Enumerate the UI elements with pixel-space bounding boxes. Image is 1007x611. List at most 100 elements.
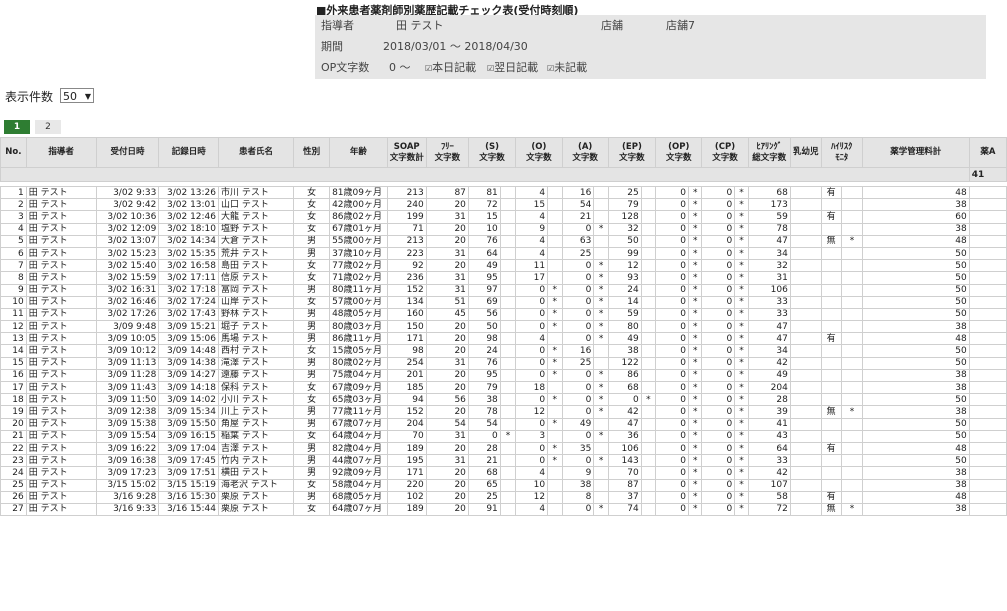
table-cell: 有 <box>820 441 843 456</box>
table-cell: * <box>547 368 563 383</box>
table-cell: 0 <box>655 185 689 200</box>
table-row[interactable]: 1田 テスト 3/02 9:33 3/02 13:26 市川 テスト女 81歳09ヶ月 2… <box>0 185 1007 200</box>
table-cell: 田 テスト <box>25 222 97 236</box>
table-cell: * <box>547 441 563 456</box>
table-cell: 0 <box>515 295 549 309</box>
table-row[interactable]: 19 田 テスト 3/09 12:38 3/09 15:34 川上 テスト男 77歳11ヶ… <box>0 405 1007 419</box>
table-row[interactable]: 20 田 テスト 3/09 15:38 3/09 15:50 角屋 テスト男 67歳07ヶ… <box>0 417 1007 431</box>
table-row[interactable]: 16 田 テスト 3/09 11:28 3/09 14:27 遠藤 テスト男 75歳04ヶ… <box>0 368 1007 383</box>
table-cell: * <box>734 393 749 407</box>
table-row[interactable]: 8田 テスト 3/02 15:59 3/02 17:11 信原 テスト女 71歳02ヶ月… <box>0 271 1007 285</box>
table-cell: 38 <box>861 502 970 517</box>
table-cell: 3/15 15:02 <box>95 478 160 492</box>
table-cell: 女 <box>293 295 331 309</box>
table-cell: 3/09 17:51 <box>158 466 220 480</box>
table-row[interactable]: 25 田 テスト 3/15 15:02 3/15 15:19 海老沢 テスト女 58歳04… <box>0 478 1007 492</box>
table-cell: 有 <box>820 210 843 224</box>
table-cell: 0 <box>655 429 689 443</box>
table-row[interactable]: 3田 テスト 3/02 10:36 3/02 12:46 大龍 テスト女 86歳02ヶ月… <box>0 210 1007 224</box>
page-1-button[interactable]: 1 <box>4 120 30 134</box>
table-cell: 95 <box>467 271 501 285</box>
table-cell: 25 <box>607 185 642 200</box>
check-nextday[interactable]: ☑翌日記載 <box>487 58 538 79</box>
table-row[interactable]: 11 田 テスト 3/02 17:26 3/02 17:43 野林 テスト男 48歳05ヶ… <box>0 307 1007 322</box>
table-cell: 25 <box>561 246 595 261</box>
table-cell <box>841 417 863 431</box>
table-cell: 171 <box>386 466 427 480</box>
table-cell <box>593 198 609 212</box>
table-cell: 41 <box>747 417 791 431</box>
table-cell: 54 <box>561 198 595 212</box>
table-cell: 0 <box>655 344 689 358</box>
table-row[interactable]: 5田 テスト 3/02 13:07 3/02 14:34 大倉 テスト男 55歳00ヶ月… <box>0 234 1007 248</box>
table-row[interactable]: 22 田 テスト 3/09 16:22 3/09 17:04 吉澤 テスト男 82歳04ヶ… <box>0 441 1007 456</box>
table-cell <box>499 332 517 346</box>
table-cell: 滝澤 テスト <box>218 356 295 370</box>
table-cell <box>499 246 517 261</box>
table-cell <box>547 490 563 504</box>
table-cell <box>968 344 1007 358</box>
table-cell: 18 <box>0 393 27 407</box>
table-row[interactable]: 17 田 テスト 3/09 11:43 3/09 14:18 保科 テスト女 67歳09ヶ… <box>0 380 1007 395</box>
table-cell: 0 <box>701 380 736 395</box>
table-cell: 48 <box>861 332 970 346</box>
table-cell: 86歳02ヶ月 <box>329 210 388 224</box>
table-row[interactable]: 18 田 テスト 3/09 11:50 3/09 14:02 小川 テスト女 65歳03ヶ… <box>0 393 1007 407</box>
table-cell <box>841 320 863 334</box>
table-cell <box>789 234 822 248</box>
period-value: 2018/03/01 ～ 2018/04/30 <box>383 40 528 53</box>
table-cell: 3/02 13:26 <box>158 185 220 200</box>
table-row[interactable]: 15 田 テスト 3/09 11:13 3/09 14:38 滝澤 テスト男 80歳02ヶ… <box>0 356 1007 370</box>
table-cell: 64歳07ヶ月 <box>329 502 388 517</box>
table-cell: 0 <box>561 454 595 468</box>
table-cell: 189 <box>386 441 427 456</box>
table-cell: 0 <box>701 210 736 224</box>
table-cell: 9 <box>561 466 595 480</box>
col-sex: 性別 <box>293 137 331 168</box>
table-cell <box>841 490 863 504</box>
table-cell: 3/02 9:42 <box>95 198 160 212</box>
table-row[interactable]: 4田 テスト 3/02 12:09 3/02 18:10 塩野 テスト女 67歳01ヶ月… <box>0 222 1007 236</box>
table-cell: 田 テスト <box>25 320 97 334</box>
table-row[interactable]: 23 田 テスト 3/09 16:38 3/09 17:45 竹内 テスト男 44歳07ヶ… <box>0 454 1007 468</box>
display-count-select[interactable]: 50 ▼ <box>60 88 94 103</box>
table-row[interactable]: 14 田 テスト 3/09 10:12 3/09 14:48 西村 テスト女 15歳05ヶ… <box>0 344 1007 358</box>
table-cell: 女 <box>293 502 331 517</box>
table-cell: 189 <box>386 502 427 517</box>
table-cell: 3/09 15:38 <box>95 417 160 431</box>
table-cell: 0 <box>655 320 689 334</box>
table-cell: 50 <box>467 320 501 334</box>
table-row[interactable]: 13 田 テスト 3/09 10:05 3/09 15:06 馬場 テスト男 86歳11ヶ… <box>0 332 1007 346</box>
table-cell <box>968 454 1007 468</box>
table-cell: * <box>687 234 703 248</box>
table-row[interactable]: 6田 テスト 3/02 15:23 3/02 15:35 荒井 テスト男 37歳10ヶ月… <box>0 246 1007 261</box>
table-cell: 55歳00ヶ月 <box>329 234 388 248</box>
table-cell: 0 <box>701 478 736 492</box>
table-cell <box>841 429 863 443</box>
table-cell: 86 <box>607 368 642 383</box>
check-unrecorded[interactable]: ☑未記載 <box>547 58 587 79</box>
table-cell: 女 <box>293 429 331 443</box>
table-row[interactable]: 26 田 テスト 3/16 9:28 3/16 15:30 栗原 テスト男 68歳05ヶ月… <box>0 490 1007 504</box>
table-cell: 0 <box>655 405 689 419</box>
col-free: ﾌﾘｰ 文字数 <box>425 137 469 168</box>
table-row[interactable]: 9田 テスト 3/02 16:31 3/02 17:18 富岡 テスト男 80歳11ヶ月… <box>0 283 1007 297</box>
table-cell: 23 <box>0 454 27 468</box>
table-row[interactable]: 12 田 テスト 3/09 9:48 3/09 15:21 堀子 テスト男 80歳03ヶ月… <box>0 320 1007 334</box>
table-row[interactable]: 27 田 テスト 3/16 9:33 3/16 15:44 栗原 テスト女 64歳07ヶ月… <box>0 502 1007 517</box>
check-today[interactable]: ☑本日記載 <box>425 58 476 79</box>
table-cell: 3/09 15:54 <box>95 429 160 443</box>
table-cell: 3 <box>515 429 549 443</box>
table-cell <box>640 441 657 456</box>
table-cell: 20 <box>425 502 469 517</box>
table-row[interactable]: 10 田 テスト 3/02 16:46 3/02 17:24 山岸 テスト女 57歳00ヶ… <box>0 295 1007 309</box>
table-row[interactable]: 7田 テスト 3/02 15:40 3/02 16:58 島田 テスト女 77歳02ヶ月… <box>0 259 1007 273</box>
table-row[interactable]: 2田 テスト 3/02 9:42 3/02 13:01 山口 テスト女 42歳00ヶ月 2… <box>0 198 1007 212</box>
table-cell <box>593 246 609 261</box>
table-row[interactable]: 24 田 テスト 3/09 17:23 3/09 17:51 横田 テスト男 92歳09ヶ… <box>0 466 1007 480</box>
table-cell <box>547 210 563 224</box>
table-row[interactable]: 21 田 テスト 3/09 15:54 3/09 16:15 稲葉 テスト女 64歳04ヶ… <box>0 429 1007 443</box>
page-2-button[interactable]: 2 <box>35 120 61 134</box>
col-ep: (EP) 文字数 <box>607 137 657 168</box>
table-cell: 0 <box>655 356 689 370</box>
